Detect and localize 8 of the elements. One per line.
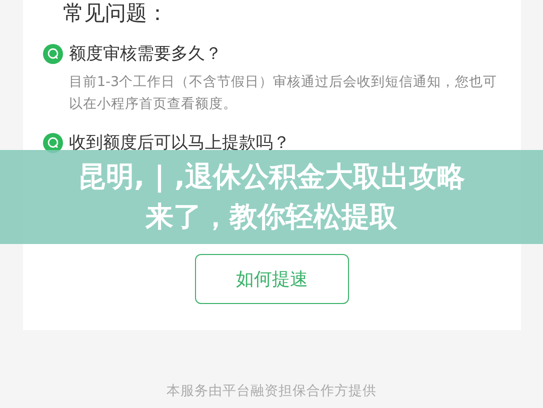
answer-text: 目前1-3个工作日（不含节假日）审核通过后会收到短信通知，您也可以在小程序首页查看额度。 [69, 73, 498, 114]
section-title: 常见问题： [62, 0, 169, 26]
question-text: 收到额度后可以马上提款吗？ [69, 132, 290, 154]
question-icon [43, 44, 63, 64]
speed-up-button[interactable]: 如何提速 [195, 254, 349, 304]
headline-text: 昆明, | ,退休公积金大取出攻略来了，教你轻松提取 [77, 159, 466, 235]
footer-text: 本服务由平台融资担保合作方提供 [166, 382, 378, 400]
question-text: 额度审核需要多久？ [69, 43, 222, 65]
